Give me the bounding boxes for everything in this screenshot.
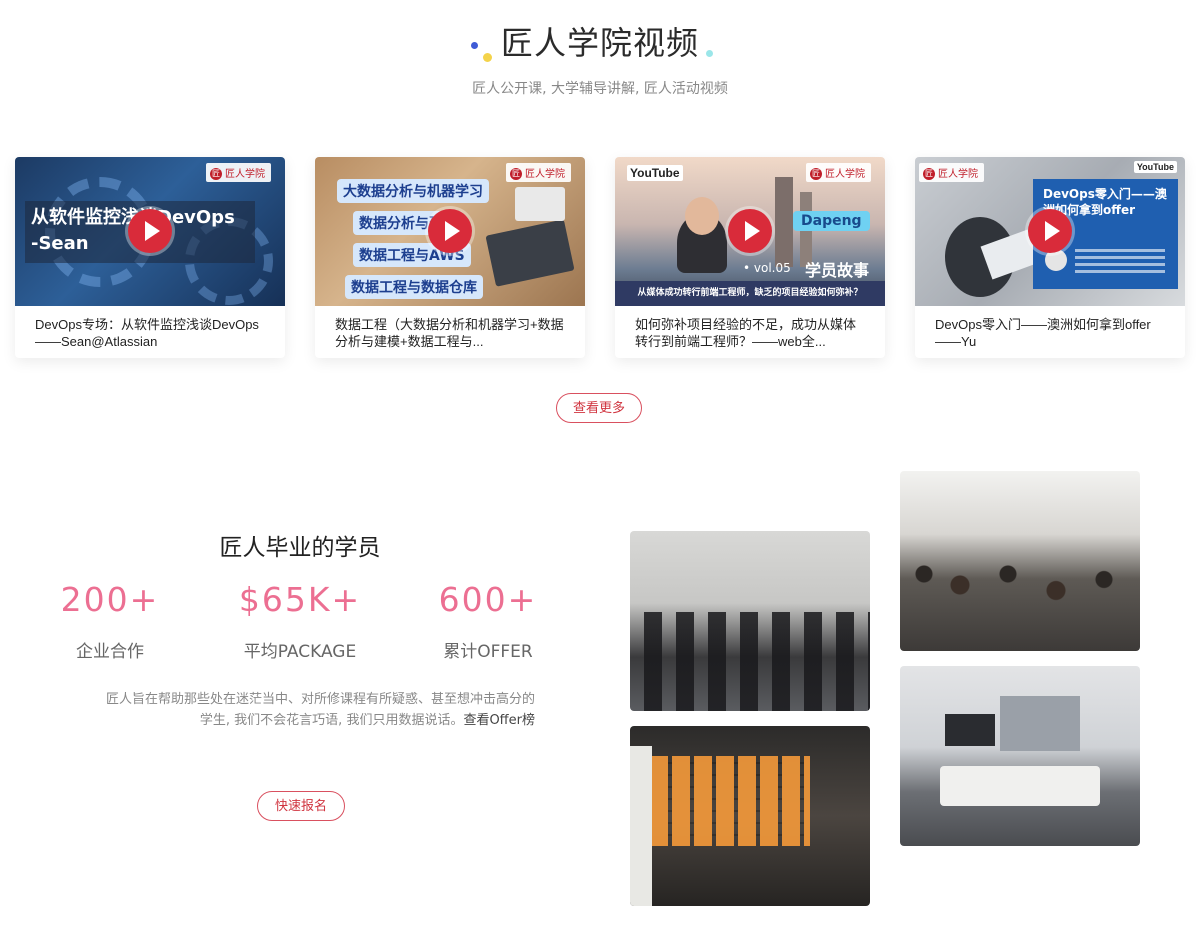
video-thumbnail[interactable]: 从软件监控浅谈DevOps -Sean 匠匠人学院 xyxy=(15,157,285,306)
thumb-caption: 从媒体成功转行前端工程师，缺乏的项目经验如何弥补？ xyxy=(615,281,885,306)
stat-label-partners: 企业合作 xyxy=(76,642,144,662)
graduates-photo-4 xyxy=(900,666,1140,846)
graduates-photo-2 xyxy=(630,726,870,906)
view-more-button[interactable]: 查看更多 xyxy=(556,393,642,423)
section-header: 匠人学院视频 xyxy=(0,18,1200,64)
video-card-3[interactable]: YouTube 匠匠人学院 Dapeng • vol.05 学员故事 从媒体成功… xyxy=(615,157,885,358)
crowd-shapes xyxy=(900,541,1140,651)
section-title: 匠人学院视频 xyxy=(470,18,713,64)
thumb-vol: • vol.05 xyxy=(743,261,791,275)
people-silhouettes xyxy=(630,612,870,711)
video-card-4[interactable]: DevOps零入门——澳 洲如何拿到offer Yu 匠匠人学院 YouTube… xyxy=(915,157,1185,358)
play-icon[interactable] xyxy=(1028,209,1072,253)
graduates-description: 匠人旨在帮助那些处在迷茫当中、对所修课程有所疑惑、甚至想冲击高分的 学生, 我们… xyxy=(105,692,535,728)
stat-label-package: 平均PACKAGE xyxy=(243,642,357,662)
video-card-2[interactable]: 大数据分析与机器学习 数据分析与建模 数据工程与AWS 数据工程与数据仓库 匠匠… xyxy=(315,157,585,358)
play-icon[interactable] xyxy=(128,209,172,253)
thumb-line-2: -Sean xyxy=(31,233,89,254)
laptop-shape xyxy=(485,219,575,287)
play-icon[interactable] xyxy=(428,209,472,253)
info-lines xyxy=(1075,249,1165,252)
section-subtitle: 匠人公开课, 大学辅导讲解, 匠人活动视频 xyxy=(472,81,728,97)
graduates-photo-1 xyxy=(630,531,870,711)
stat-value-partners: 200+ xyxy=(60,580,160,619)
brand-logo: 匠匠人学院 xyxy=(919,163,984,183)
video-title[interactable]: DevOps零入门——澳洲如何拿到offer——Yu xyxy=(935,316,1167,350)
stat-label-offers: 累计OFFER xyxy=(443,642,533,662)
quick-signup-button[interactable]: 快速报名 xyxy=(257,791,345,821)
decor-dot-cyan xyxy=(706,50,713,57)
video-card-1[interactable]: 从软件监控浅谈DevOps -Sean 匠匠人学院 DevOps专场：从软件监控… xyxy=(15,157,285,358)
thumb-name: Dapeng xyxy=(793,211,870,231)
paper-shape xyxy=(515,187,565,221)
video-title[interactable]: 如何弥补项目经验的不足，成功从媒体转行到前端工程师？——web全... xyxy=(635,316,867,350)
video-thumbnail[interactable]: 大数据分析与机器学习 数据分析与建模 数据工程与AWS 数据工程与数据仓库 匠匠… xyxy=(315,157,585,306)
youtube-logo: YouTube xyxy=(627,165,683,181)
decor-dot-blue xyxy=(470,42,478,49)
decor-dot-yellow xyxy=(482,53,492,62)
youtube-logo: YouTube xyxy=(1133,161,1177,173)
stat-value-package: $65K+ xyxy=(238,580,362,619)
brand-logo: 匠匠人学院 xyxy=(206,163,271,183)
thumb-line-4: 数据工程与数据仓库 xyxy=(345,275,483,299)
offer-board-link[interactable]: 查看Offer榜 xyxy=(463,713,535,728)
play-icon[interactable] xyxy=(728,209,772,253)
video-title[interactable]: DevOps专场：从软件监控浅谈DevOps——Sean@Atlassian xyxy=(35,316,267,350)
brand-logo: 匠匠人学院 xyxy=(506,163,571,183)
whiteboard xyxy=(630,746,652,906)
person-face xyxy=(685,197,719,235)
brand-logo: 匠匠人学院 xyxy=(806,163,871,183)
window-shape xyxy=(1000,696,1080,751)
building-shape xyxy=(775,177,793,267)
sticky-notes xyxy=(650,756,810,846)
thumb-line-1: DevOps零入门——澳 xyxy=(1043,187,1167,201)
video-thumbnail[interactable]: YouTube 匠匠人学院 Dapeng • vol.05 学员故事 从媒体成功… xyxy=(615,157,885,306)
thumb-story: 学员故事 xyxy=(805,261,870,280)
video-title[interactable]: 数据工程（大数据分析和机器学习+数据分析与建模+数据工程与... xyxy=(335,316,567,350)
section-title-text: 匠人学院视频 xyxy=(500,24,699,62)
thumb-line-1: 大数据分析与机器学习 xyxy=(337,179,489,203)
stat-value-offers: 600+ xyxy=(438,580,538,619)
table-shape xyxy=(940,766,1100,806)
graduates-title: 匠人毕业的学员 xyxy=(219,535,381,561)
video-thumbnail[interactable]: DevOps零入门——澳 洲如何拿到offer Yu 匠匠人学院 YouTube xyxy=(915,157,1185,306)
screen-shape xyxy=(945,714,995,746)
graduates-photo-3 xyxy=(900,471,1140,651)
